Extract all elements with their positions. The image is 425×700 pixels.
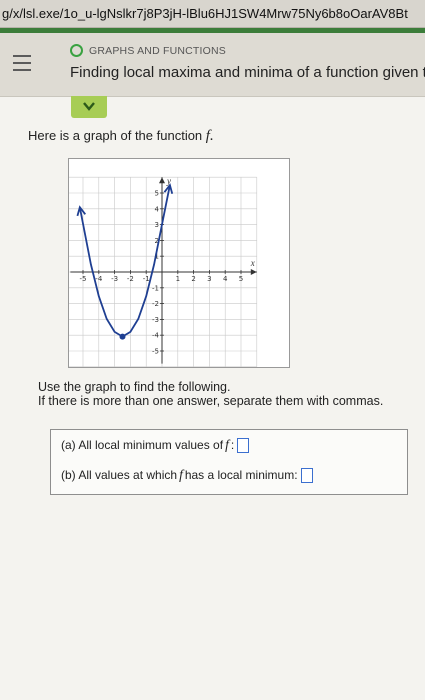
function-graph: x y -5 -4 -3 -2 -1 1 2 3 4 5 5 4 3 2 1 -1 -2 -3 -4 -5 xyxy=(68,158,290,368)
topic-row: GRAPHS AND FUNCTIONS xyxy=(70,44,226,57)
y-tick-label: 3 xyxy=(155,221,159,229)
x-tick-label: -5 xyxy=(80,275,87,283)
instructions: Use the graph to find the following. If … xyxy=(38,380,383,408)
x-tick-label: -1 xyxy=(143,275,150,283)
question-a-suffix: : xyxy=(230,438,235,452)
x-tick-label: 5 xyxy=(239,275,243,283)
x-axis-label: x xyxy=(250,258,255,268)
x-tick-label: -4 xyxy=(95,275,103,283)
question-b: (b) All values at which f has a local mi… xyxy=(61,467,313,483)
instruction-line-1: Use the graph to find the following. xyxy=(38,380,231,394)
graph-canvas: xy-5 -4 -3 -2 -1 1 2 3 4 554321-1-2-3-4-5 xyxy=(69,176,258,367)
x-tick-label: 3 xyxy=(207,275,211,283)
y-tick-label: -5 xyxy=(152,348,159,356)
answer-a-input[interactable] xyxy=(237,437,250,453)
question-a: (a) All local minimum values of f : xyxy=(61,437,250,453)
problem-header: GRAPHS AND FUNCTIONS Finding local maxim… xyxy=(0,28,425,97)
topic-status-icon xyxy=(70,44,83,57)
x-tick-label: 4 xyxy=(223,275,228,283)
x-tick-label: 1 xyxy=(176,275,180,283)
y-tick-label: -3 xyxy=(152,316,159,324)
local-minimum-point xyxy=(119,333,126,340)
instruction-line-2: If there is more than one answer, separa… xyxy=(38,394,384,408)
question-b-suffix: has a local minimum: xyxy=(184,468,298,482)
chevron-down-icon xyxy=(83,102,95,111)
intro-label: Here is a graph of the function xyxy=(28,128,203,143)
problem-title: Finding local maxima and minima of a fun… xyxy=(70,64,425,81)
y-tick-label: 5 xyxy=(155,190,159,198)
x-tick-label: -3 xyxy=(111,275,118,283)
answer-b-input[interactable] xyxy=(300,467,313,483)
x-tick-label: -2 xyxy=(127,275,134,283)
hamburger-menu-icon[interactable] xyxy=(13,55,31,71)
y-tick-label: -2 xyxy=(152,300,159,308)
expand-header-button[interactable] xyxy=(71,96,107,118)
question-a-prefix: (a) All local minimum values of xyxy=(61,438,224,452)
question-b-prefix: (b) All values at which xyxy=(61,468,178,482)
y-tick-label: -4 xyxy=(152,332,160,340)
x-axis-arrowhead xyxy=(250,269,257,275)
url-text: g/x/lsl.exe/1o_u-lgNslkr7j8P3jH-lBlu6HJ1… xyxy=(2,6,408,21)
answer-panel: (a) All local minimum values of f : (b) … xyxy=(50,429,408,495)
question-a-fn: f xyxy=(225,437,229,452)
browser-url-bar[interactable]: g/x/lsl.exe/1o_u-lgNslkr7j8P3jH-lBlu6HJ1… xyxy=(0,0,425,28)
y-axis-arrowhead xyxy=(159,177,165,184)
topic-label: GRAPHS AND FUNCTIONS xyxy=(89,44,227,57)
y-tick-label: -1 xyxy=(152,284,159,292)
intro-text: Here is a graph of the function f. xyxy=(28,128,214,145)
header-accent-bar xyxy=(0,28,425,33)
intro-function-name: f. xyxy=(205,128,214,144)
y-tick-label: 4 xyxy=(155,205,160,213)
question-b-fn: f xyxy=(179,467,183,482)
x-tick-label: 2 xyxy=(191,275,195,283)
